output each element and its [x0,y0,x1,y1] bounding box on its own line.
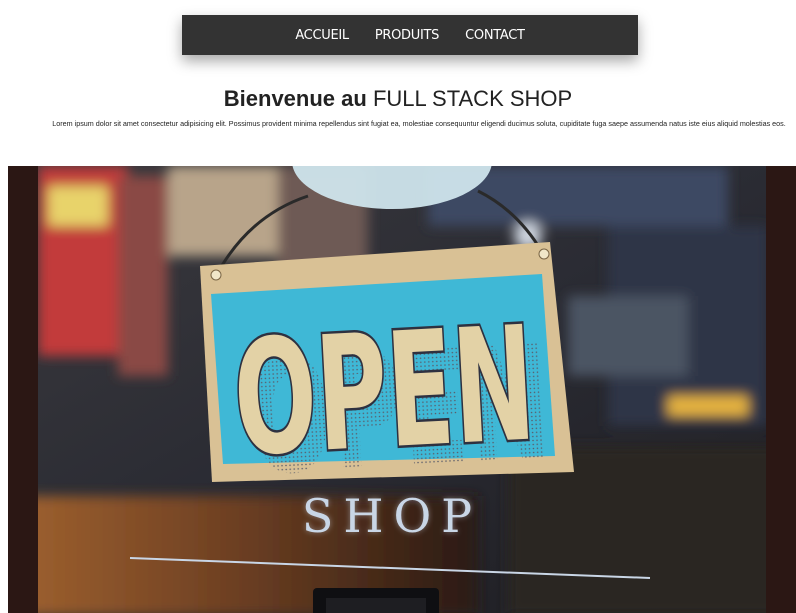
nav-link-produits[interactable]: PRODUITS [375,28,440,43]
door-frame-right [766,166,796,613]
main-navbar: ACCUEIL PRODUITS CONTACT [182,15,638,55]
hero-image: OPEN OPEN SHOP SHOP [8,166,796,613]
nav-link-contact[interactable]: CONTACT [465,28,525,43]
open-sign-text: OPEN [230,292,539,491]
nav-link-accueil[interactable]: ACCUEIL [295,28,349,43]
shop-window-text: SHOP [302,489,482,543]
page-title-shop-name: FULL STACK SHOP [372,86,573,111]
door-frame-left [8,166,38,613]
page-title-welcome: Bienvenue au [223,86,367,111]
page-title: Bienvenue au FULL STACK SHOP [0,86,796,112]
open-sign: OPEN OPEN [200,242,574,511]
intro-paragraph: Lorem ipsum dolor sit amet consectetur a… [52,119,786,128]
